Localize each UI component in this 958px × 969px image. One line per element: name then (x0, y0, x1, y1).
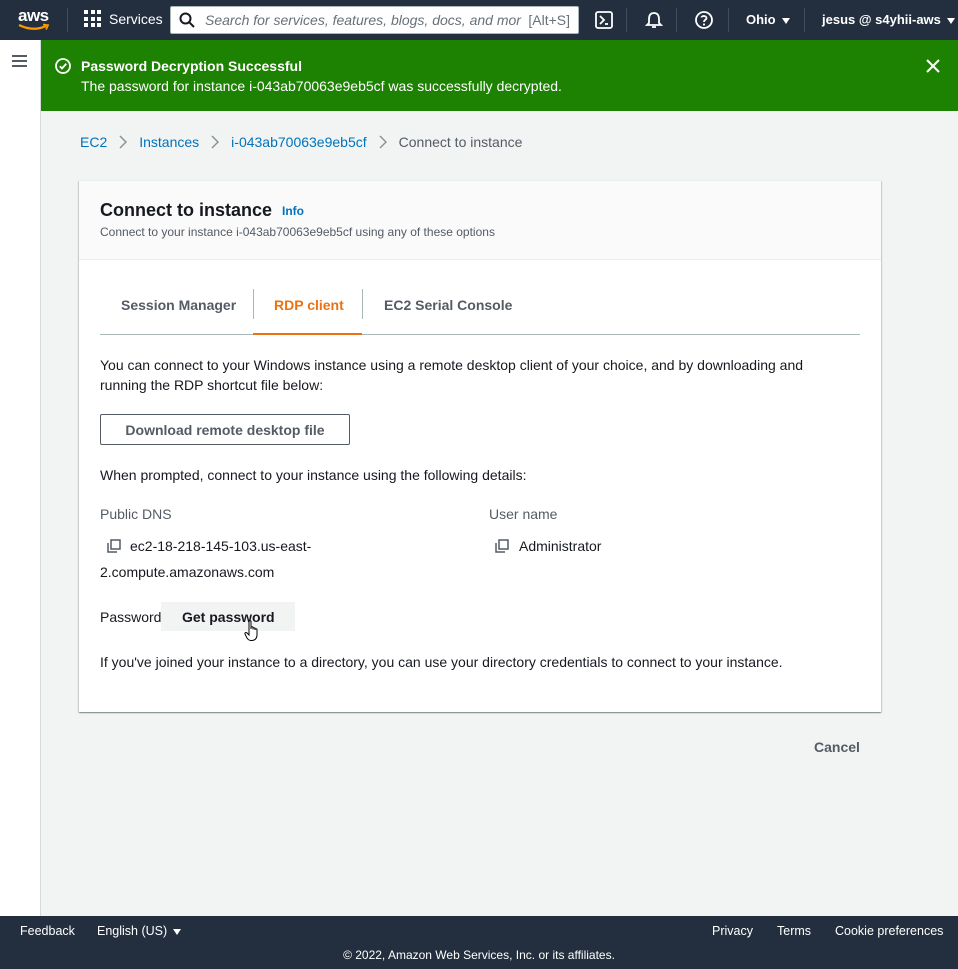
nav-divider (728, 8, 729, 32)
nav-divider (626, 8, 627, 32)
bell-icon[interactable] (644, 10, 664, 30)
caret-down-icon (946, 17, 955, 24)
account-menu[interactable]: jesus @ s4yhii-aws (822, 12, 955, 27)
search-input[interactable] (205, 12, 525, 28)
copyright-text: © 2022, Amazon Web Services, Inc. or its… (343, 948, 615, 962)
terms-link[interactable]: Terms (777, 924, 811, 938)
footer: Feedback English (US) Privacy Terms Cook… (0, 916, 958, 969)
language-label: English (US) (97, 924, 168, 938)
username-label: User name (489, 506, 558, 522)
cancel-button[interactable]: Cancel (814, 739, 860, 755)
intro-text-line-2: running the RDP shortcut file below: (100, 377, 324, 393)
nav-divider (676, 8, 677, 32)
search-box[interactable]: [Alt+S] (170, 6, 579, 34)
success-flash-banner: Password Decryption Successful The passw… (41, 40, 958, 111)
flash-title: Password Decryption Successful (81, 58, 302, 74)
breadcrumb-instance-id[interactable]: i-043ab70063e9eb5cf (231, 134, 366, 150)
tab-session-manager[interactable]: Session Manager (121, 289, 253, 335)
cookie-preferences-link[interactable]: Cookie preferences (835, 924, 943, 938)
password-label: Password (100, 609, 162, 625)
connect-panel: Connect to instance Info Connect to your… (79, 180, 881, 712)
public-dns-label: Public DNS (100, 506, 172, 522)
nav-divider (67, 8, 68, 32)
aws-smile-icon (18, 23, 50, 30)
success-check-icon (55, 58, 71, 74)
chevron-right-icon (211, 135, 220, 149)
info-link[interactable]: Info (282, 204, 304, 218)
breadcrumb-ec2[interactable]: EC2 (80, 134, 107, 150)
copy-icon[interactable] (107, 539, 121, 553)
username-value: Administrator (519, 538, 602, 554)
menu-icon[interactable] (12, 55, 27, 67)
chevron-right-icon (379, 135, 387, 149)
breadcrumb-current: Connect to instance (398, 134, 523, 150)
public-dns-value-line-1: ec2-18-218-145-103.us-east- (130, 538, 312, 554)
connection-tabs: Session Manager RDP client EC2 Serial Co… (100, 289, 860, 335)
search-icon (179, 12, 195, 28)
caret-down-icon (173, 928, 182, 935)
account-label: jesus @ s4yhii-aws (822, 12, 941, 27)
prompt-text: When prompted, connect to your instance … (100, 467, 527, 483)
caret-down-icon (781, 17, 790, 24)
aws-logo-text: aws (18, 6, 49, 25)
panel-header: Connect to instance Info Connect to your… (79, 181, 881, 260)
hand-cursor-icon (244, 620, 258, 641)
privacy-link[interactable]: Privacy (712, 924, 753, 938)
tab-ec2-serial-console[interactable]: EC2 Serial Console (384, 289, 524, 335)
public-dns-value-line-2: 2.compute.amazonaws.com (100, 564, 275, 580)
download-rdp-file-button[interactable]: Download remote desktop file (100, 414, 350, 445)
search-shortcut: [Alt+S] (528, 12, 570, 28)
intro-text-line-1: You can connect to your Windows instance… (100, 357, 804, 373)
flash-message: The password for instance i-043ab70063e9… (81, 78, 562, 94)
breadcrumb: EC2 Instances i-043ab70063e9eb5cf Connec… (80, 134, 522, 150)
top-navigation: aws Services [Alt+S] Ohio (0, 0, 958, 40)
nav-divider (804, 8, 805, 32)
page-title: Connect to instance (100, 200, 273, 220)
cloudshell-icon[interactable] (594, 10, 614, 30)
services-grid-icon (84, 10, 101, 27)
breadcrumb-instances[interactable]: Instances (139, 134, 199, 150)
region-label: Ohio (746, 12, 776, 27)
tab-rdp-client[interactable]: RDP client (253, 289, 362, 335)
aws-logo[interactable]: aws (18, 6, 50, 32)
region-selector[interactable]: Ohio (746, 12, 790, 27)
feedback-link[interactable]: Feedback (20, 924, 75, 938)
help-icon[interactable] (694, 10, 714, 30)
directory-text: If you've joined your instance to a dire… (100, 654, 783, 670)
close-icon[interactable] (925, 58, 941, 74)
panel-description: Connect to your instance i-043ab70063e9e… (100, 225, 495, 239)
chevron-right-icon (119, 135, 128, 149)
get-password-button[interactable]: Get password (161, 602, 295, 631)
services-menu-button[interactable]: Services (84, 10, 163, 27)
services-label: Services (109, 10, 163, 27)
copy-icon[interactable] (495, 539, 509, 553)
language-selector[interactable]: English (US) (97, 924, 182, 938)
tab-divider (362, 289, 363, 319)
left-rail (0, 40, 41, 916)
